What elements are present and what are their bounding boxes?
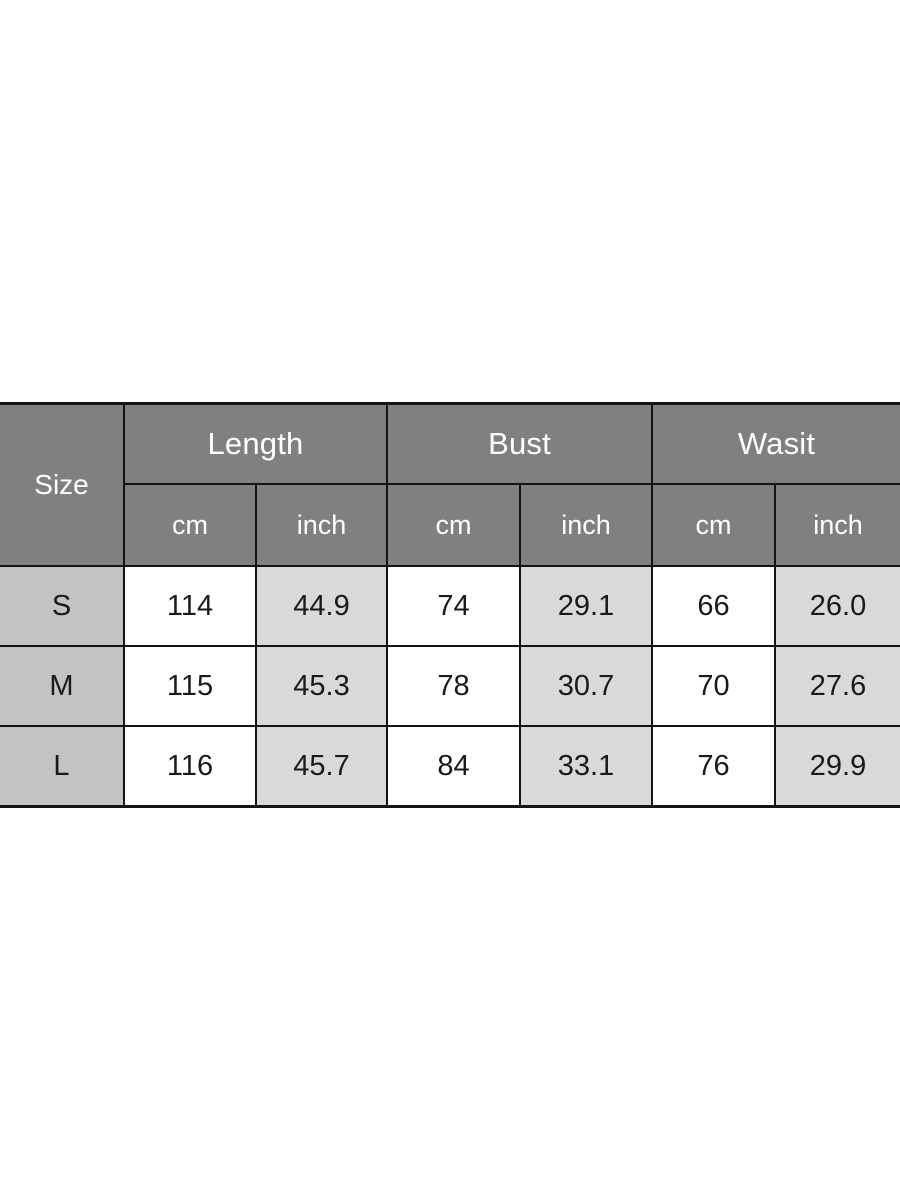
table-header: Size Length Bust Wasit cm inch cm inch c… [0,402,900,567]
cell-waist-inch: 26.0 [773,565,900,647]
cell-size: L [0,725,125,808]
column-header-length-inch: inch [255,483,388,567]
cell-waist-cm: 76 [651,725,776,808]
cell-bust-cm: 78 [386,645,521,727]
cell-waist-inch: 29.9 [773,725,900,808]
cell-length-inch: 45.3 [255,645,388,727]
header-group-row: Size Length Bust Wasit [0,402,900,567]
cell-bust-cm: 74 [386,565,521,647]
cell-waist-cm: 70 [651,645,776,727]
cell-length-inch: 45.7 [255,725,388,808]
cell-bust-cm: 84 [386,725,521,808]
cell-bust-inch: 30.7 [519,645,653,727]
cell-length-cm: 116 [123,725,257,808]
column-header-bust-cm: cm [386,483,521,567]
cell-waist-inch: 27.6 [773,645,900,727]
column-group-header-length: Length [123,402,388,485]
cell-size: S [0,565,125,647]
table-row: L 116 45.7 84 33.1 76 29.9 [0,725,900,808]
table-body: S 114 44.9 74 29.1 66 26.0 M 115 45.3 78… [0,565,900,808]
cell-size: M [0,645,125,727]
column-group-header-waist: Wasit [650,402,900,485]
column-header-waist-inch: inch [773,483,900,567]
cell-length-inch: 44.9 [255,565,388,647]
column-header-bust-inch: inch [519,483,653,567]
column-group-header-bust: Bust [386,402,653,485]
header-unit-row: cm inch cm inch cm inch [0,483,900,567]
table-row: M 115 45.3 78 30.7 70 27.6 [0,645,900,727]
cell-length-cm: 114 [123,565,257,647]
cell-length-cm: 115 [123,645,257,727]
column-header-length-cm: cm [124,483,257,567]
cell-waist-cm: 66 [651,565,776,647]
size-chart-container: Size Length Bust Wasit cm inch cm inch c… [0,402,900,808]
column-header-size: Size [0,402,125,567]
cell-bust-inch: 29.1 [519,565,653,647]
table-row: S 114 44.9 74 29.1 66 26.0 [0,565,900,647]
size-chart-table: Size Length Bust Wasit cm inch cm inch c… [0,402,900,808]
cell-bust-inch: 33.1 [519,725,653,808]
column-header-waist-cm: cm [651,483,776,567]
